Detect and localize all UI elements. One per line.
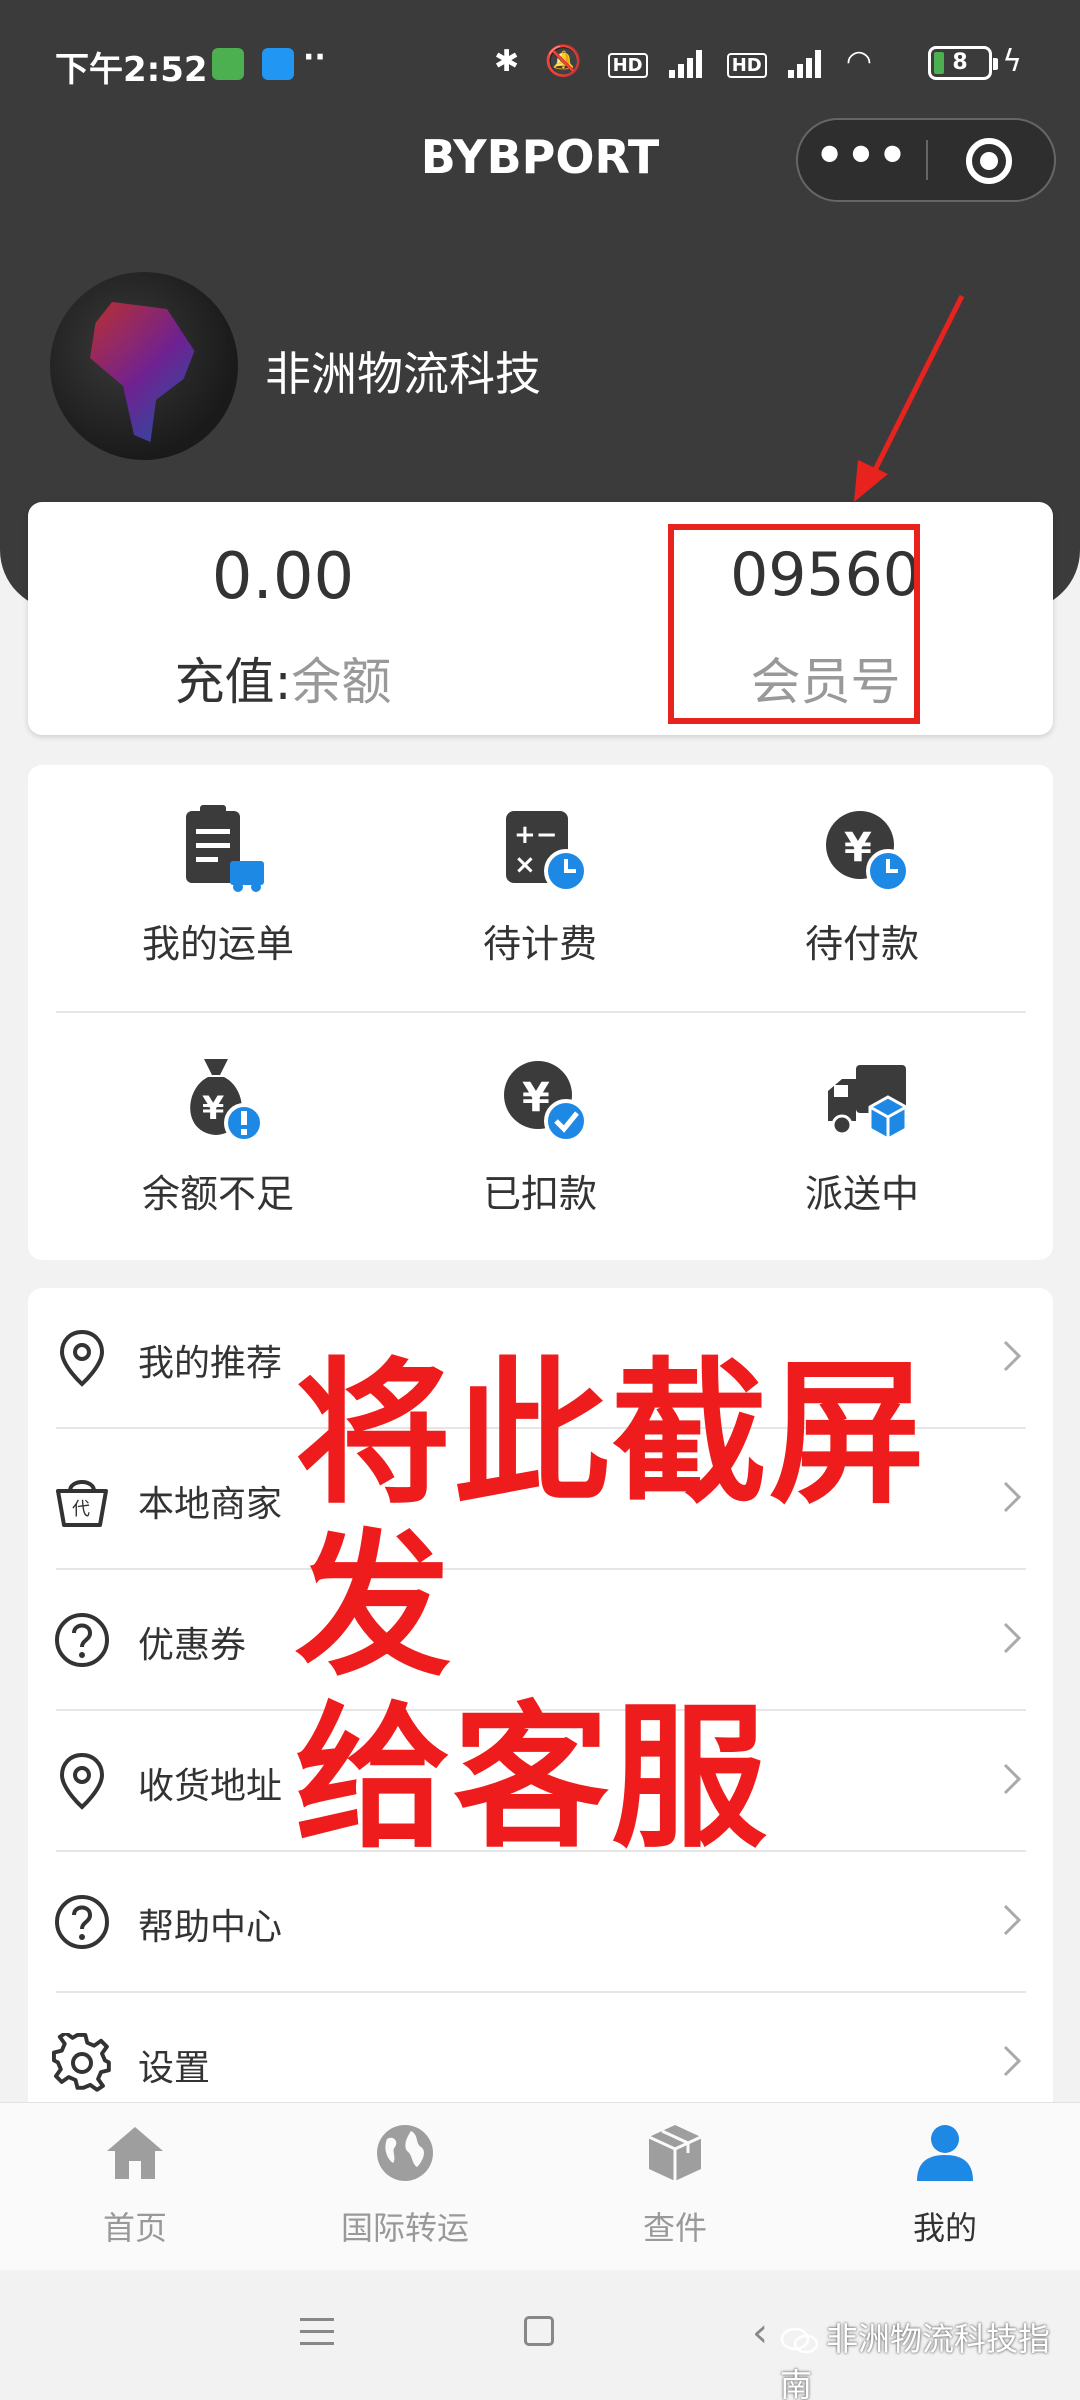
more-button[interactable]: ••• [798,120,926,200]
system-navigation-bar: ‹ 非洲物流科技指南 [0,2270,1080,2400]
basket-badge: 代 [72,1499,90,1520]
order-status-card: 我的运单 +− × 待计费 ¥ 待付款 ¥ 余额不足 ¥ 已扣款 派送中 [28,765,1053,1260]
chevron-right-icon [1003,1763,1022,1795]
signal-icon [665,48,709,78]
africa-map-icon [90,302,195,442]
red-arrow-annotation [854,294,965,502]
tab-label: 查件 [642,2209,707,2247]
tab-label: 我的 [912,2209,977,2247]
balance-value: 0.00 [211,540,355,614]
wifi-icon: ◠ [845,44,880,79]
mini-program-capsule: ••• [796,118,1056,202]
order-label: 余额不足 [141,1172,294,1216]
question-circle-icon [55,1613,109,1667]
capsule-divider [926,140,928,180]
tab-track-package[interactable]: 查件 [540,2103,810,2271]
home-button[interactable] [524,2316,554,2346]
order-label: 待付款 [804,922,919,966]
insufficient-balance-icon: ¥ [190,1059,264,1143]
watermark: 非洲物流科技指南 [780,2314,1080,2400]
charging-icon: ϟ [1002,44,1022,79]
shopping-basket-icon: 代 [56,1480,108,1527]
chevron-right-icon [1003,1622,1022,1654]
tab-international-forwarding[interactable]: 国际转运 [270,2103,540,2271]
chevron-right-icon [1003,1904,1022,1936]
hd-icon-2: HD [726,53,767,78]
menu-item-local-merchants[interactable]: 代 本地商家 [28,1429,1053,1570]
menu-label: 收货地址 [138,1766,283,1807]
username: 非洲物流科技 [265,347,541,401]
back-button[interactable]: ‹ [752,2310,768,2356]
menu-label: 帮助中心 [138,1907,283,1948]
balance-label: 充值:余额 [28,642,538,714]
order-item-insufficient-balance[interactable]: ¥ 余额不足 [58,1035,378,1245]
menu-item-my-recommendations[interactable]: 我的推荐 [28,1288,1053,1429]
location-pin-icon [59,1752,105,1810]
chevron-right-icon [1003,1481,1022,1513]
menu-label: 本地商家 [138,1484,283,1525]
gear-icon [52,2033,111,2092]
more-notifications-icon: ·· [303,40,326,75]
question-circle-icon [55,1895,109,1949]
svg-text:¥: ¥ [202,1089,224,1127]
globe-icon [377,2125,433,2181]
location-pin-icon [59,1329,105,1387]
recharge-link[interactable]: 充值 [175,653,275,711]
svg-text:×: × [514,850,536,880]
package-icon [648,2125,702,2181]
recent-apps-button[interactable] [300,2318,334,2348]
status-indicators: ✱ 🔕 HD HD ◠ [494,44,880,79]
home-icon [107,2127,163,2179]
menu-label: 我的推荐 [138,1343,283,1384]
delivering-icon [828,1065,908,1141]
tab-home[interactable]: 首页 [0,2103,270,2271]
android-app-icon [212,48,244,80]
hd-icon: HD [607,53,648,78]
order-label: 已扣款 [482,1172,597,1216]
order-item-delivering[interactable]: 派送中 [702,1035,1022,1245]
menu-item-shipping-address[interactable]: 收货地址 [28,1711,1053,1852]
deducted-icon: ¥ [504,1061,588,1143]
wechat-logo-icon [780,2327,819,2354]
balance-text: 余额 [291,653,392,711]
user-icon [917,2125,973,2181]
signal-icon-2 [784,48,828,78]
order-item-deducted[interactable]: ¥ 已扣款 [380,1035,700,1245]
status-bar: 下午2:52 ·· ✱ 🔕 HD HD ◠ 8 ϟ [0,0,1080,130]
order-item-pending-billing[interactable]: +− × 待计费 [380,785,700,995]
label-colon: : [274,653,292,711]
close-button[interactable] [966,138,1012,184]
orders-divider [56,1011,1026,1013]
menu-item-help-center[interactable]: 帮助中心 [28,1852,1053,1993]
tab-label: 首页 [102,2209,167,2247]
pending-billing-icon: +− × [506,811,588,893]
menu-item-coupons[interactable]: 优惠券 [28,1570,1053,1711]
chevron-right-icon [1003,1340,1022,1372]
menu-label: 设置 [138,2048,211,2089]
order-label: 派送中 [804,1172,919,1216]
menu-card: 我的推荐 代 本地商家 优惠券 收货地址 帮助中心 设置 [28,1288,1053,2118]
svg-text:+−: +− [514,820,558,850]
avatar[interactable] [50,272,238,460]
chevron-right-icon [1003,2045,1022,2077]
tab-label: 国际转运 [340,2209,469,2247]
menu-label: 优惠券 [138,1625,247,1666]
order-item-my-waybill[interactable]: 我的运单 [58,785,378,995]
order-label: 待计费 [482,922,597,966]
status-time: 下午2:52 [55,50,208,90]
waybill-icon [186,805,264,892]
watermark-text: 非洲物流科技指南 [780,2320,1051,2400]
tab-mine[interactable]: 我的 [810,2103,1080,2271]
pending-payment-icon: ¥ [826,811,910,893]
tab-bar: 首页 国际转运 查件 我的 [0,2102,1080,2270]
mute-icon: 🔕 [544,44,591,79]
order-item-pending-payment[interactable]: ¥ 待付款 [702,785,1022,995]
app-notification-icon [262,48,294,80]
bluetooth-icon: ✱ [494,44,528,79]
order-label: 我的运单 [141,922,294,966]
member-highlight-box [668,524,920,724]
battery-icon: 8 [928,46,998,80]
